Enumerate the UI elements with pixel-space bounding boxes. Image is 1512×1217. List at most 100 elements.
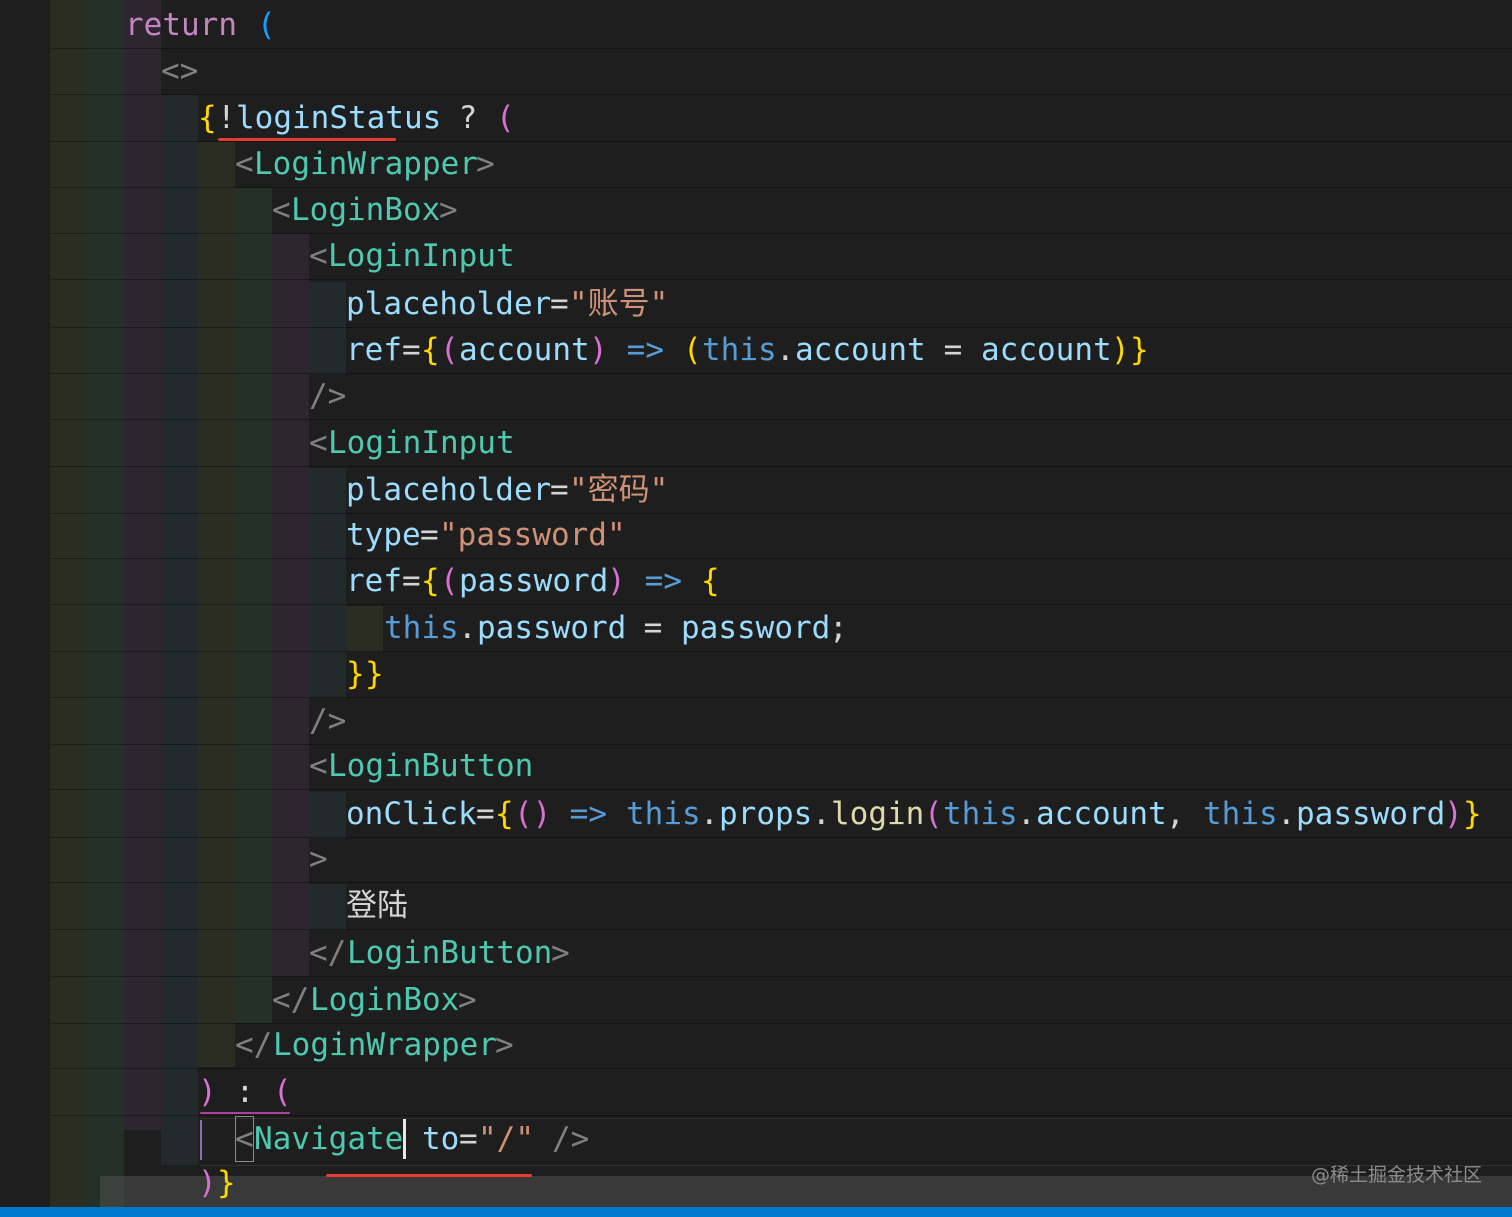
code-line-22[interactable]: </ LoginBox > [50, 977, 1512, 1024]
string-account: "账号" [569, 286, 669, 322]
code-line-2[interactable]: <> [50, 48, 1512, 95]
attr-onClick: onClick [346, 796, 477, 832]
code-line-18[interactable]: onClick = { () => this . props . login (… [50, 791, 1512, 838]
tag-Navigate: Navigate [254, 1121, 404, 1157]
ternary-colon: : [217, 1074, 273, 1110]
arrow-operator: => [608, 332, 683, 368]
paren-close: ) [607, 563, 626, 599]
code-line-14[interactable]: this . password = password ; [50, 605, 1512, 652]
empty-params: () [514, 796, 552, 832]
code-line-4[interactable]: < LoginWrapper > [50, 141, 1512, 188]
code-line-24[interactable]: ) : ( [50, 1069, 1512, 1116]
attr-ref: ref [346, 563, 402, 599]
equals: = [402, 332, 421, 368]
prop-props: props [719, 796, 813, 832]
tag-bracket: < [272, 192, 291, 228]
paren-open: ( [273, 1074, 292, 1110]
self-close: /> [309, 378, 347, 414]
tag-bracket: > [476, 146, 495, 182]
tag-LoginInput: LoginInput [328, 238, 515, 274]
code-line-19[interactable]: > [50, 836, 1512, 883]
not-operator: ! [217, 100, 236, 136]
code-line-1[interactable]: return ( [50, 2, 1512, 49]
bracket-pair-underline [200, 1112, 290, 1114]
paren-open: ( [440, 332, 459, 368]
tag-bracket: < [309, 238, 328, 274]
value-password: password [681, 610, 831, 646]
code-line-21[interactable]: </ LoginButton > [50, 930, 1512, 977]
code-line-8[interactable]: ref = { ( account ) => ( this . account … [50, 327, 1512, 374]
tag-bracket: > [495, 1027, 514, 1063]
attr-ref: ref [346, 332, 402, 368]
code-area[interactable]: return ( <> { ! loginStatus ? ( < LoginW… [50, 0, 1512, 1207]
dot: . [1277, 796, 1296, 832]
code-line-15[interactable]: } } [50, 651, 1512, 698]
tag-bracket: > [551, 935, 570, 971]
paren-close: ) [1444, 796, 1463, 832]
equals: = [476, 796, 495, 832]
dot: . [1017, 796, 1036, 832]
button-text: 登陆 [346, 888, 408, 924]
brace-close: } [346, 656, 365, 692]
paren-close: ) [198, 1074, 217, 1110]
string-password: "password" [439, 517, 626, 553]
code-line-6[interactable]: < LoginInput [50, 233, 1512, 280]
code-line-23[interactable]: </ LoginWrapper > [50, 1022, 1512, 1069]
ternary-operator: ? [440, 100, 496, 136]
attr-type: type [346, 517, 421, 553]
brace-close: } [1463, 796, 1482, 832]
code-editor[interactable]: return ( <> { ! loginStatus ? ( < LoginW… [0, 0, 1512, 1207]
tag-LoginBox: LoginBox [310, 982, 460, 1018]
param-account: account [459, 332, 590, 368]
comma: , [1166, 796, 1204, 832]
paren-close: ) [589, 332, 608, 368]
tag-LoginButton: LoginButton [347, 935, 553, 971]
dot: . [812, 796, 831, 832]
prop-password: password [1296, 796, 1446, 832]
attr-placeholder: placeholder [346, 286, 552, 322]
semicolon: ; [829, 610, 848, 646]
dot: . [458, 610, 477, 646]
editor-gutter [0, 0, 50, 1207]
code-line-12[interactable]: type = "password" [50, 512, 1512, 559]
tag-LoginButton: LoginButton [328, 748, 534, 784]
tag-bracket: </ [309, 935, 347, 971]
code-line-26[interactable]: ) } [50, 1160, 1512, 1206]
paren-open: ( [257, 7, 276, 43]
brace-open: { [421, 563, 440, 599]
keyword-this: this [626, 796, 701, 832]
code-line-25[interactable]: < Navigate to = "/" /> [50, 1116, 1512, 1162]
equals: = [420, 517, 439, 553]
tag-bracket: </ [235, 1027, 273, 1063]
code-line-11[interactable]: placeholder = "密码" [50, 467, 1512, 514]
self-close-matched: /> [552, 1121, 590, 1157]
code-line-5[interactable]: < LoginBox > [50, 187, 1512, 234]
prop-account: account [1036, 796, 1167, 832]
keyword-this: this [702, 332, 777, 368]
arrow-operator: => [626, 563, 701, 599]
code-line-13[interactable]: ref = { ( password ) => { [50, 558, 1512, 605]
string-password-label: "密码" [569, 472, 669, 508]
attr-placeholder: placeholder [346, 472, 552, 508]
prop-password: password [477, 610, 627, 646]
paren-close: ) [1111, 332, 1130, 368]
code-line-20[interactable]: 登陆 [50, 883, 1512, 930]
code-line-3[interactable]: { ! loginStatus ? ( [50, 95, 1512, 142]
fragment-open: <> [161, 53, 199, 89]
code-line-17[interactable]: < LoginButton [50, 743, 1512, 790]
code-line-7[interactable]: placeholder = "账号" [50, 281, 1512, 328]
watermark: @稀土掘金技术社区 [1310, 1164, 1482, 1186]
assign: = [625, 610, 681, 646]
tag-bracket: > [458, 982, 477, 1018]
code-line-16[interactable]: /> [50, 698, 1512, 745]
tag-bracket: < [235, 146, 254, 182]
assign: = [925, 332, 981, 368]
prop-account: account [795, 332, 926, 368]
paren-open: ( [496, 100, 515, 136]
keyword-this: this [384, 610, 459, 646]
tag-bracket: < [309, 748, 328, 784]
tag-bracket: > [309, 841, 328, 877]
code-line-9[interactable]: /> [50, 373, 1512, 420]
code-line-10[interactable]: < LoginInput [50, 420, 1512, 467]
dot: . [776, 332, 795, 368]
